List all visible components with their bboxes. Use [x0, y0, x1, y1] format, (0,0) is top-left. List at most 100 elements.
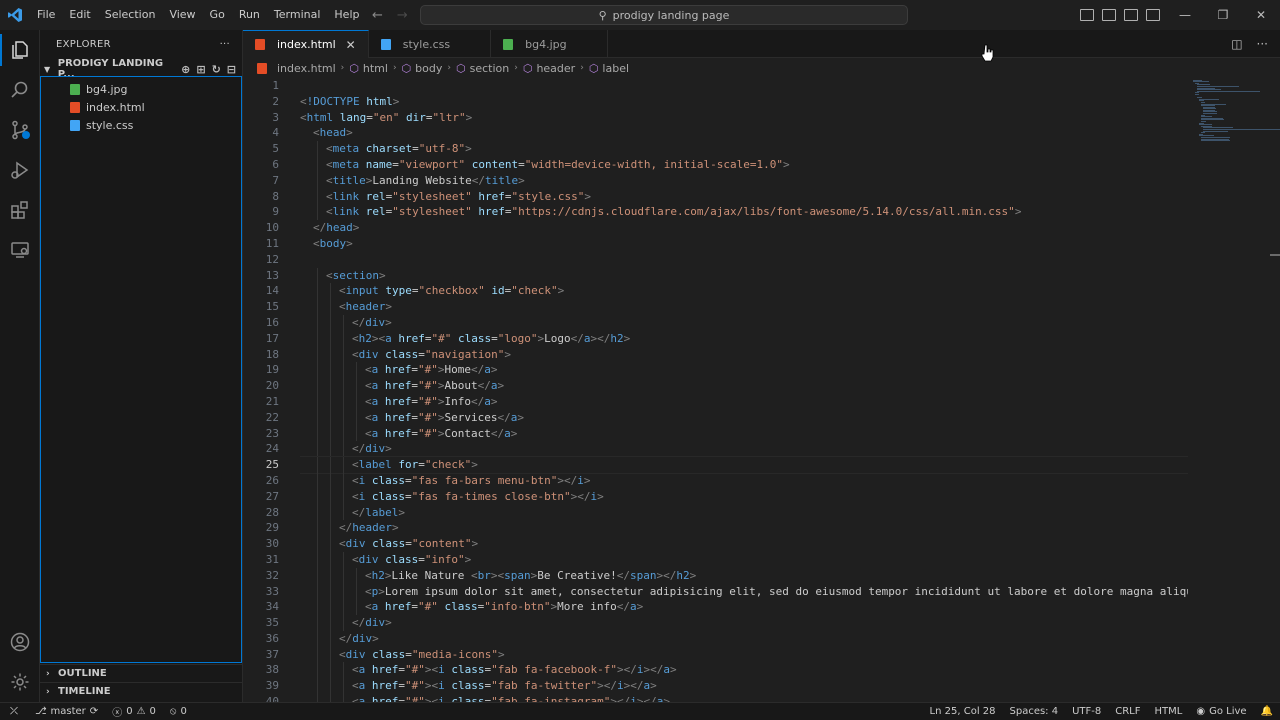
customize-layout-icon[interactable] — [1146, 9, 1160, 21]
minimap[interactable] — [1193, 78, 1280, 148]
code-line[interactable]: <h2>Like Nature <br><span>Be Creative!</… — [300, 567, 1188, 584]
command-center-search[interactable]: ⚲ prodigy landing page — [420, 5, 908, 25]
minimize-button[interactable]: — — [1166, 0, 1204, 30]
workspace-folder[interactable]: ▼ PRODIGY LANDING P... ⊕ ⊞ ↻ ⊟ — [40, 58, 242, 80]
tab-index-html[interactable]: index.html ✕ — [243, 30, 369, 58]
code-line[interactable]: <a href="#"><i class="fab fa-twitter"></… — [300, 678, 1188, 695]
code-line[interactable]: <div class="info"> — [300, 551, 1188, 568]
code-line[interactable]: <a href="#"><i class="fab fa-facebook-f"… — [300, 662, 1188, 679]
outline-section[interactable]: › OUTLINE — [40, 664, 243, 682]
timeline-section[interactable]: › TIMELINE — [40, 682, 243, 700]
code-line[interactable]: <header> — [300, 299, 1188, 315]
code-line[interactable] — [300, 78, 1188, 94]
go-live-button[interactable]: ◉ Go Live — [1189, 706, 1253, 717]
run-debug-icon[interactable] — [0, 150, 40, 190]
code-line[interactable]: <link rel="stylesheet" href="style.css"> — [300, 188, 1188, 205]
remote-indicator-icon[interactable]: ⤫ — [0, 703, 28, 720]
menu-file[interactable]: File — [30, 0, 62, 30]
manage-gear-icon[interactable] — [0, 662, 40, 702]
notifications-bell-icon[interactable]: 🔔 — [1254, 706, 1280, 717]
code-lines[interactable]: <!DOCTYPE html> <html lang="en" dir="ltr"… — [300, 78, 1188, 702]
code-line[interactable]: <div class="content"> — [300, 536, 1188, 552]
breadcrumb-item[interactable]: ⬡ label — [589, 62, 629, 75]
code-line[interactable]: <meta name="viewport" content="width=dev… — [300, 156, 1188, 173]
split-editor-icon[interactable]: ◫ — [1231, 37, 1242, 51]
code-line[interactable]: <input type="checkbox" id="check"> — [300, 283, 1188, 300]
explorer-icon[interactable] — [0, 30, 40, 70]
code-line[interactable]: <div class="navigation"> — [300, 346, 1188, 363]
maximize-button[interactable]: ❐ — [1204, 0, 1242, 30]
search-icon[interactable] — [0, 70, 40, 110]
toggle-primary-sidebar-icon[interactable] — [1080, 9, 1094, 21]
code-line[interactable]: <body> — [300, 236, 1188, 252]
code-line[interactable]: <i class="fas fa-bars menu-btn"></i> — [300, 472, 1188, 489]
code-line[interactable]: <label for="check"> — [300, 456, 1188, 474]
code-line[interactable]: <!DOCTYPE html> — [300, 94, 1188, 110]
menu-go[interactable]: Go — [203, 0, 232, 30]
file-item[interactable]: bg4.jpg — [40, 80, 242, 98]
indentation[interactable]: Spaces: 4 — [1003, 706, 1066, 717]
new-file-icon[interactable]: ⊕ — [181, 63, 190, 76]
code-line[interactable]: <h2><a href="#" class="logo">Logo</a></h… — [300, 330, 1188, 347]
problems-status[interactable]: ⓧ 0 ⚠ 0 — [105, 704, 163, 719]
breadcrumb-item[interactable]: ⬡ header — [523, 62, 575, 75]
breadcrumb-item[interactable]: ⬡ html — [349, 62, 388, 75]
more-actions-icon[interactable]: ··· — [220, 39, 230, 50]
code-line[interactable]: <a href="#" class="info-btn">More info</… — [300, 599, 1188, 616]
cursor-position[interactable]: Ln 25, Col 28 — [923, 706, 1003, 717]
back-arrow-icon[interactable]: ← — [372, 8, 383, 23]
code-line[interactable]: </div> — [300, 630, 1188, 647]
menu-terminal[interactable]: Terminal — [267, 0, 328, 30]
code-line[interactable]: <a href="#">Info</a> — [300, 393, 1188, 410]
accounts-icon[interactable] — [0, 622, 40, 662]
new-folder-icon[interactable]: ⊞ — [196, 63, 205, 76]
close-window-button[interactable]: ✕ — [1242, 0, 1280, 30]
code-line[interactable]: <a href="#">Home</a> — [300, 362, 1188, 379]
more-actions-icon[interactable]: ··· — [1257, 37, 1268, 51]
code-line[interactable]: </head> — [300, 220, 1188, 236]
breadcrumb-item[interactable]: ⬡ body — [402, 62, 443, 75]
toggle-panel-icon[interactable] — [1102, 9, 1116, 21]
code-line[interactable]: <div class="media-icons"> — [300, 646, 1188, 663]
code-line[interactable]: <a href="#">About</a> — [300, 378, 1188, 394]
code-line[interactable]: <head> — [300, 125, 1188, 141]
extensions-icon[interactable] — [0, 190, 40, 230]
menu-help[interactable]: Help — [327, 0, 366, 30]
code-line[interactable] — [300, 252, 1188, 268]
source-control-icon[interactable] — [0, 110, 40, 150]
end-of-line[interactable]: CRLF — [1108, 706, 1147, 717]
close-icon[interactable]: ✕ — [346, 38, 356, 52]
code-line[interactable]: </label> — [300, 504, 1188, 521]
code-line[interactable]: <a href="#"><i class="fab fa-instagram">… — [300, 694, 1188, 702]
refresh-icon[interactable]: ↻ — [212, 63, 221, 76]
code-line[interactable]: <meta charset="utf-8"> — [300, 141, 1188, 157]
remote-explorer-icon[interactable] — [0, 230, 40, 270]
breadcrumb-item[interactable]: index.html — [257, 62, 336, 75]
branch-status[interactable]: ⎇ master ⟳ — [28, 706, 105, 717]
code-line[interactable]: <a href="#">Services</a> — [300, 409, 1188, 426]
code-line[interactable]: </div> — [300, 441, 1188, 458]
collapse-all-icon[interactable]: ⊟ — [227, 63, 236, 76]
tab-style-css[interactable]: style.css — [369, 30, 492, 58]
code-line[interactable]: <title>Landing Website</title> — [300, 172, 1188, 189]
code-line[interactable]: <html lang="en" dir="ltr"> — [300, 110, 1188, 126]
code-line[interactable]: <i class="fas fa-times close-btn"></i> — [300, 488, 1188, 505]
forward-arrow-icon[interactable]: → — [397, 8, 408, 23]
breadcrumb-item[interactable]: ⬡ section — [456, 62, 509, 75]
file-item[interactable]: index.html — [40, 98, 242, 116]
menu-selection[interactable]: Selection — [98, 0, 163, 30]
menu-run[interactable]: Run — [232, 0, 267, 30]
code-line[interactable]: </div> — [300, 615, 1188, 631]
code-line[interactable]: </div> — [300, 314, 1188, 331]
code-line[interactable]: <a href="#">Contact</a> — [300, 425, 1188, 442]
file-item[interactable]: style.css — [40, 116, 242, 134]
code-line[interactable]: </header> — [300, 520, 1188, 537]
language-mode[interactable]: HTML — [1148, 706, 1190, 717]
code-editor[interactable]: 1 2 3 4 5 6 7 8 9 10 11 12 13 14 15 16 17 18 19 20 21 22 23 24 2… — [243, 78, 1280, 702]
tab-bg4-jpg[interactable]: bg4.jpg — [491, 30, 608, 58]
code-line[interactable]: <p>Lorem ipsum dolor sit amet, consectet… — [300, 583, 1188, 600]
menu-view[interactable]: View — [162, 0, 202, 30]
menu-edit[interactable]: Edit — [62, 0, 97, 30]
file-encoding[interactable]: UTF-8 — [1065, 706, 1108, 717]
ports-status[interactable]: ⦸ 0 — [163, 706, 194, 717]
